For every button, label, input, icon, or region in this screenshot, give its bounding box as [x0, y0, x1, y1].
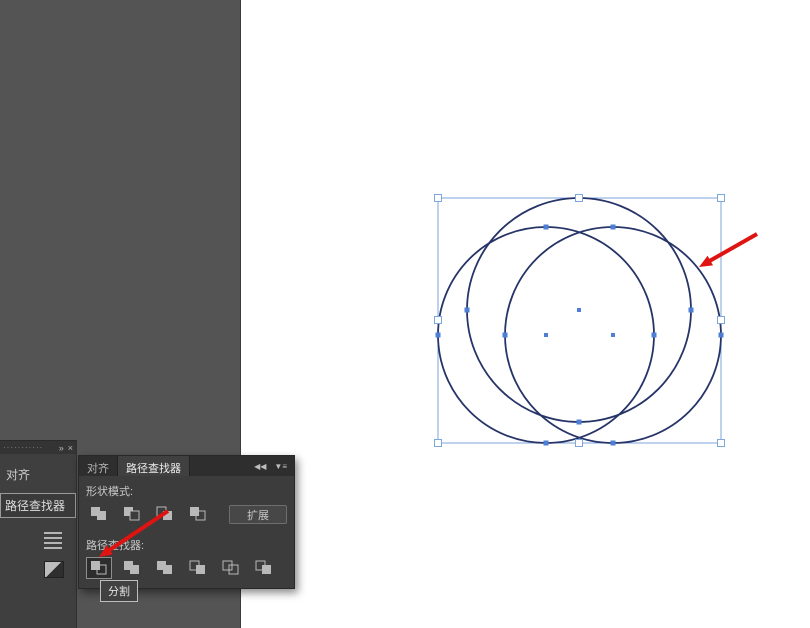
dock-item-align[interactable]: 对齐 [0, 454, 76, 491]
pathfinder-buttons [86, 557, 287, 579]
gradient-icon[interactable] [44, 561, 64, 578]
minus-back-button[interactable] [251, 557, 277, 579]
crop-icon [189, 560, 207, 576]
minus-back-icon [255, 560, 273, 576]
divide-button[interactable] [86, 557, 112, 579]
trim-icon [123, 560, 141, 576]
unite-icon [90, 506, 108, 522]
dock-close-icon[interactable]: × [68, 443, 73, 453]
minus-front-button[interactable] [119, 503, 145, 525]
collapsed-panel-dock: ··········· » × 对齐 路径查找器 [0, 440, 77, 628]
minus-front-icon [123, 506, 141, 522]
shape-modes-label: 形状模式: [86, 483, 287, 499]
outline-icon [222, 560, 240, 576]
dock-header: ··········· » × [0, 441, 76, 454]
panel-menu-icon[interactable]: ▼≡ [274, 462, 287, 471]
shape-mode-buttons [86, 503, 211, 525]
paragraph-lines-icon[interactable] [44, 532, 68, 549]
exclude-icon [189, 506, 207, 522]
dock-collapse-icon[interactable]: » [59, 443, 64, 453]
merge-icon [156, 560, 174, 576]
expand-button[interactable]: 扩展 [229, 505, 287, 524]
divide-tooltip: 分割 [100, 580, 138, 602]
outline-button[interactable] [218, 557, 244, 579]
artboard[interactable] [240, 0, 810, 628]
tab-align[interactable]: 对齐 [79, 456, 117, 476]
intersect-icon [156, 506, 174, 522]
panel-tabbar: 对齐 路径查找器 ◀◀ ▼≡ [79, 456, 294, 476]
dock-drag-area[interactable]: ··········· [3, 443, 55, 452]
illustrator-workspace: ··········· » × 对齐 路径查找器 对齐 路径查找器 ◀◀ ▼≡ … [0, 0, 810, 628]
crop-button[interactable] [185, 557, 211, 579]
pathfinder-panel: 对齐 路径查找器 ◀◀ ▼≡ 形状模式: 扩展 路径查找器: [78, 455, 295, 589]
unite-button[interactable] [86, 503, 112, 525]
merge-button[interactable] [152, 557, 178, 579]
tab-pathfinder[interactable]: 路径查找器 [117, 456, 190, 476]
panel-body: 形状模式: 扩展 路径查找器: [79, 476, 294, 588]
divide-icon [90, 560, 108, 576]
artwork-svg[interactable] [241, 0, 810, 628]
pathfinders-label: 路径查找器: [86, 537, 287, 553]
intersect-button[interactable] [152, 503, 178, 525]
trim-button[interactable] [119, 557, 145, 579]
exclude-button[interactable] [185, 503, 211, 525]
dock-item-pathfinder[interactable]: 路径查找器 [0, 493, 76, 518]
panel-collapse-icon[interactable]: ◀◀ [254, 462, 266, 471]
